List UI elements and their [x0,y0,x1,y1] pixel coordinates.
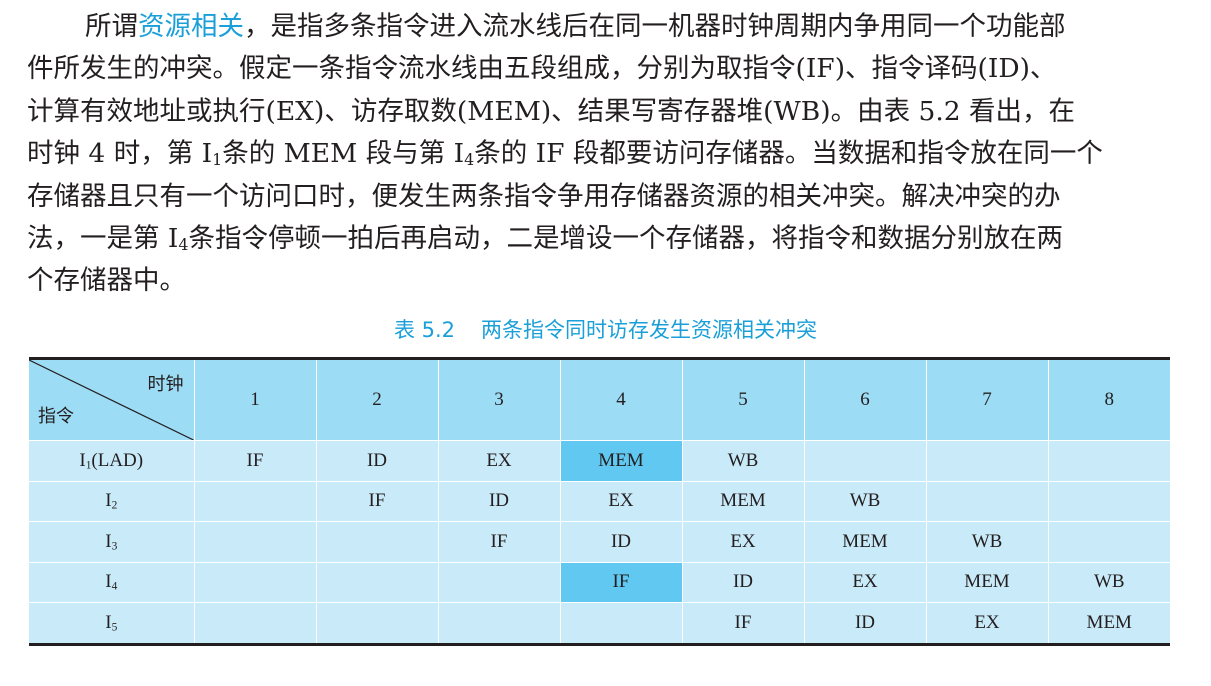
stage-cell [315,521,438,562]
stage-cell [437,602,560,644]
stage-cell [315,602,438,644]
table-row: I3 IF ID EX MEM WB [29,521,1170,562]
stage-cell: EX [803,561,926,603]
stage-cell [925,440,1048,481]
conflict-stage-cell: MEM [559,440,682,481]
stage-cell: IF [193,440,316,481]
instruction-label: I3 [29,521,194,562]
stage-cell: WB [803,480,926,522]
instruction-suffix: (LAD) [91,449,144,471]
paragraph-line-5: 存储器且只有一个访问口时，便发生两条指令争用存储器资源的相关冲突。解决冲突的办 [27,180,1061,212]
body-paragraph: 所谓资源相关，是指多条指令进入流水线后在同一机器时钟周期内争用同一个功能部 件所… [27,6,1177,303]
paragraph-line-6: 法，一是第 I4条指令停顿一拍后再启动，二是增设一个存储器，将指令和数据分别放在… [27,218,1177,260]
clock-header-6: 6 [803,358,926,441]
table-row: I4 IF ID EX MEM WB [29,561,1170,603]
clock-header-3: 3 [437,358,560,441]
stage-cell [1047,440,1170,481]
stage-cell [803,440,926,481]
text-run: 时钟 4 时，第 I [27,138,213,170]
stage-cell: IF [315,480,438,522]
table-row: I1(LAD) IF ID EX MEM WB [29,440,1170,481]
table-number: 表 5.2 [393,318,456,342]
stage-cell: WB [1047,561,1170,603]
conflict-stage-cell: IF [559,561,682,603]
table-row: I2 IF ID EX MEM WB [29,480,1170,522]
text-run: 所谓 [85,11,138,42]
stage-cell [315,561,438,603]
stage-cell: ID [315,440,438,481]
paragraph-line-4: 时钟 4 时，第 I1条的 MEM 段与第 I4条的 IF 段都要访问存储器。当… [27,133,1177,175]
text-run: 条指令停顿一拍后再启动，二是增设一个存储器，将指令和数据分别放在两 [188,223,1064,255]
stage-cell: EX [559,480,682,522]
stage-cell [1047,480,1170,522]
stage-cell [193,602,316,644]
stage-cell: EX [437,440,560,481]
stage-cell: WB [925,521,1048,562]
term-resource-hazard: 资源相关 [138,11,244,42]
stage-cell: MEM [681,480,804,522]
text-run: 条的 IF 段都要访问存储器。当数据和指令放在同一个 [474,138,1103,170]
clock-header-7: 7 [925,358,1048,441]
subscript: 4 [464,150,475,170]
corner-label-instruction: 指令 [38,406,74,427]
table-caption: 表 5.2 两条指令同时访存发生资源相关冲突 [0,314,1211,344]
pipeline-table: 时钟 指令 12345678 I1(LAD) IF ID EX MEM WB I2 IF ID E… [29,357,1170,646]
clock-header-1: 1 [193,358,316,441]
stage-cell: ID [803,602,926,644]
stage-cell: MEM [1047,602,1170,644]
stage-cell: WB [681,440,804,481]
instruction-label: I4 [29,561,194,603]
instruction-index: 3 [111,540,118,553]
stage-cell [437,561,560,603]
stage-cell [1047,521,1170,562]
stage-cell: ID [559,521,682,562]
clock-header-5: 5 [681,358,804,441]
subscript: 4 [178,235,189,255]
instruction-label: I2 [29,480,194,522]
instruction-index: 4 [111,580,118,593]
stage-cell [559,602,682,644]
clock-header-4: 4 [559,358,682,441]
stage-cell [193,561,316,603]
table-title: 两条指令同时访存发生资源相关冲突 [481,318,818,342]
paragraph-line-7: 个存储器中。 [27,265,186,297]
instruction-label: I1(LAD) [29,440,194,481]
stage-cell [925,480,1048,522]
stage-cell: ID [437,480,560,522]
stage-cell [193,480,316,522]
table-row: I5 IF ID EX MEM [29,602,1170,644]
instruction-index: 5 [111,621,118,634]
stage-cell: IF [437,521,560,562]
corner-header-cell: 时钟 指令 [29,358,194,441]
table-body: I1(LAD) IF ID EX MEM WB I2 IF ID EX MEM WB I3 IF ID EX M… [29,440,1170,644]
stage-cell: ID [681,561,804,603]
clock-header-2: 2 [315,358,438,441]
clock-header-8: 8 [1047,358,1170,441]
paragraph-line-1: 所谓资源相关，是指多条指令进入流水线后在同一机器时钟周期内争用同一个功能部 [27,6,1177,48]
stage-cell [193,521,316,562]
paragraph-line-2: 件所发生的冲突。假定一条指令流水线由五段组成，分别为取指令(IF)、指令译码(I… [27,53,1057,85]
subscript: 1 [212,150,223,170]
stage-cell: MEM [803,521,926,562]
stage-cell: EX [681,521,804,562]
text-run: 条的 MEM 段与第 I [222,138,465,170]
stage-cell: EX [925,602,1048,644]
paragraph-line-3: 计算有效地址或执行(EX)、访存取数(MEM)、结果写寄存器堆(WB)。由表 5… [27,95,1076,127]
instruction-label: I5 [29,602,194,644]
text-run: 法，一是第 I [27,223,179,255]
corner-label-clock: 时钟 [147,374,184,395]
stage-cell: MEM [925,561,1048,603]
stage-cell: IF [681,602,804,644]
header-row: 时钟 指令 12345678 [29,358,1170,441]
text-run: ，是指多条指令进入流水线后在同一机器时钟周期内争用同一个功能部 [244,11,1066,42]
instruction-index: 2 [111,499,118,512]
